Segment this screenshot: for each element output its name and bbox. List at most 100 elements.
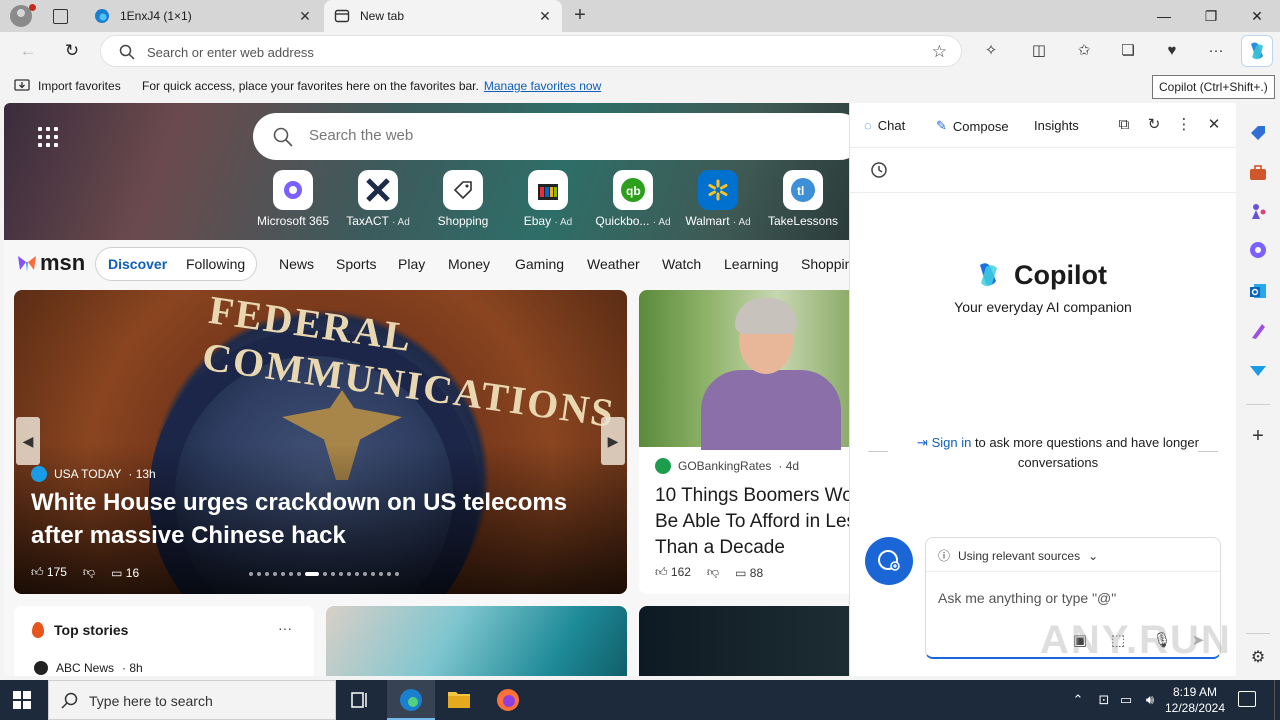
article-headline[interactable]: White House urges crackdown on US teleco… [31,486,621,552]
nav-weather[interactable]: Weather [587,256,640,272]
comments-button[interactable]: ▭ 88 [735,566,763,580]
chevron-up-icon[interactable]: ⌃ [1070,692,1086,708]
web-search-box[interactable] [253,113,849,160]
top-news-card[interactable]: FEDERAL COMMUNICATIONS ◀ ▶ USA TODAY · 1… [14,290,627,594]
tab-close-icon[interactable]: ✕ [538,8,552,25]
web-search-input[interactable] [309,127,809,144]
nav-sports[interactable]: Sports [336,256,376,272]
carousel-next-button[interactable]: ▶ [601,417,625,465]
nav-watch[interactable]: Watch [662,256,701,272]
tab-new-tab[interactable]: New tab ✕ [324,0,562,32]
ad-marker: · Ad [392,217,410,228]
tools-icon[interactable] [1248,163,1268,183]
network-share-icon[interactable]: ⊡ [1096,692,1112,708]
new-tab-page-icon [334,9,350,23]
tab-title: 1EnxJ4 (1×1) [120,9,192,23]
search-tag-icon[interactable] [1248,123,1268,143]
address-input[interactable] [147,43,907,61]
gear-icon[interactable]: ⚙ [1248,648,1268,668]
notifications-icon[interactable] [1238,691,1256,707]
outlook-icon[interactable] [1248,281,1268,301]
copilot-icon [980,263,997,287]
extensions-icon[interactable]: ✧ [980,41,1002,61]
side-news-card[interactable]: GOBankingRates · 4d 10 Things Boomers Wo… [639,290,849,594]
like-button[interactable]: 👍︎ 162 [655,565,691,580]
windows-start-icon[interactable] [13,691,31,709]
quick-link-taxact[interactable]: TaxACT · Ad [338,170,418,228]
quick-link-microsoft-365[interactable]: Microsoft 365 [253,170,333,228]
microsoft-365-icon[interactable] [1248,240,1268,260]
import-favorites-button[interactable]: Import favorites [14,79,121,93]
nav-money[interactable]: Money [448,256,490,272]
designer-icon[interactable] [1248,321,1268,341]
maximize-button[interactable]: ❐ [1188,0,1234,32]
tab-actions-icon[interactable] [50,6,70,26]
taskbar-clock[interactable]: 8:19 AM 12/28/2024 [1160,684,1230,716]
collections-icon[interactable]: ❏ [1117,41,1139,61]
open-in-new-icon[interactable]: ⧉ [1115,116,1133,134]
favorite-star-icon[interactable]: ☆ [932,42,947,62]
minimize-button[interactable]: — [1141,0,1187,32]
copilot-input-placeholder[interactable]: Ask me anything or type "@" [938,590,1116,606]
nav-news[interactable]: News [279,256,314,272]
games-icon[interactable] [1248,201,1268,221]
sign-in-link[interactable]: Sign in [932,435,972,450]
volume-icon[interactable]: 🔊︎ [1142,692,1158,708]
quick-link-walmart[interactable]: Walmart · Ad [678,170,758,228]
file-explorer-icon[interactable] [435,680,483,720]
article-headline[interactable]: 10 Things Boomers Won't Be Able To Affor… [655,483,849,561]
quick-link-shopping[interactable]: Shopping [423,170,503,228]
quick-link-takelessons[interactable]: tl TakeLessons [763,170,843,228]
quick-link-ebay[interactable]: Ebay · Ad [508,170,588,228]
msn-logo[interactable]: msn [16,250,85,276]
tab-discover[interactable]: Discover [108,256,167,272]
browser-essentials-icon[interactable]: ♥ [1161,41,1183,61]
manage-favorites-link[interactable]: Manage favorites now [484,79,601,93]
add-icon[interactable]: + [1248,426,1268,446]
close-window-button[interactable]: ✕ [1234,0,1280,32]
split-screen-icon[interactable]: ◫ [1028,41,1050,61]
task-view-icon[interactable] [336,680,384,720]
settings-more-icon[interactable]: ··· [1205,41,1227,61]
drop-icon[interactable] [1248,361,1268,381]
thumbs-down-icon[interactable]: 👎︎ [83,565,95,580]
nav-learning[interactable]: Learning [724,256,779,272]
tab-close-icon[interactable]: ✕ [298,8,312,25]
nav-play[interactable]: Play [398,256,425,272]
like-button[interactable]: 👍︎ 175 [31,565,67,580]
firefox-icon[interactable] [484,680,532,720]
dark-image-card[interactable] [639,606,849,676]
history-icon[interactable] [870,161,888,179]
carousel-prev-button[interactable]: ◀ [16,417,40,465]
thumbs-down-icon[interactable]: 👎︎ [707,565,719,580]
nav-shopping[interactable]: Shoppin [801,256,849,272]
app-launcher-icon[interactable] [38,127,58,147]
address-bar[interactable]: ☆ [100,35,962,67]
copilot-subtitle: Your everyday AI companion [954,299,1132,315]
copilot-toolbar-button[interactable] [1241,35,1273,67]
new-topic-button[interactable] [865,537,913,585]
tab-following[interactable]: Following [186,256,245,272]
tab-compose[interactable]: ✎ Compose [936,118,1009,134]
more-options-button[interactable]: ··· [278,620,292,636]
tab-chat[interactable]: ◌ Chat [864,118,905,133]
taskbar-search[interactable]: Type here to search [48,680,336,720]
nav-gaming[interactable]: Gaming [515,256,564,272]
shopping-image-card[interactable] [326,606,627,676]
more-icon[interactable]: ⋮ [1175,116,1193,134]
network-icon[interactable]: ▭ [1118,692,1134,708]
quick-link-label: Shopping [437,214,489,228]
quick-link-quickbooks[interactable]: qb Quickbo... · Ad [593,170,673,228]
refresh-icon[interactable]: ↻ [60,39,84,63]
close-icon[interactable]: ✕ [1205,116,1223,134]
edge-taskbar-icon[interactable] [387,680,435,720]
refresh-icon[interactable]: ↻ [1145,116,1163,134]
tab-1enxj4[interactable]: 1EnxJ4 (1×1) ✕ [84,0,322,32]
favorites-icon[interactable]: ✩ [1073,41,1095,61]
show-desktop-button[interactable] [1274,680,1280,720]
back-arrow-icon[interactable]: ← [16,39,40,63]
comments-button[interactable]: ▭ 16 [111,566,139,580]
sources-dropdown[interactable]: ⓘ Using relevant sources ⌄ [938,547,1098,564]
tab-insights[interactable]: Insights [1034,118,1079,133]
new-tab-button[interactable]: + [568,4,592,28]
